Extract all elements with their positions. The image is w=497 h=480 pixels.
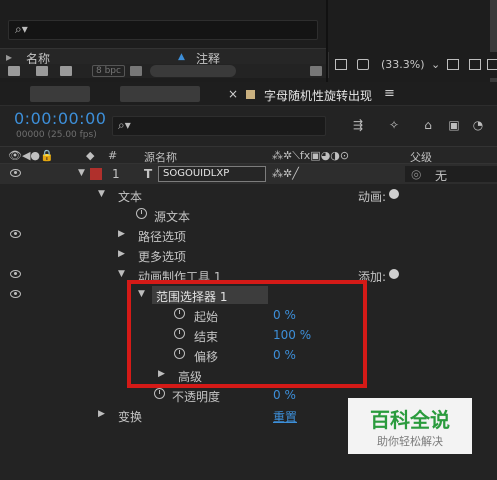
project-footer: 8 bpc bbox=[0, 64, 326, 78]
prop-text-row[interactable]: ▼ 文本 动画: bbox=[0, 185, 497, 205]
col-source-name[interactable]: 源名称 bbox=[144, 149, 177, 165]
tag-icon: ▸ bbox=[6, 50, 13, 64]
comp-tab-label[interactable]: 字母随机性旋转出现 bbox=[264, 87, 372, 104]
expand-triangle-icon[interactable]: ▼ bbox=[78, 168, 85, 178]
reset-link[interactable]: 重置 bbox=[273, 408, 297, 425]
scrollbar[interactable] bbox=[150, 65, 236, 77]
stopwatch-icon[interactable] bbox=[154, 388, 165, 399]
project-column-header: ▸ 名称 ▲ 注释 bbox=[0, 48, 326, 66]
blurred-tab bbox=[120, 86, 200, 102]
visibility-eye-icon[interactable] bbox=[10, 270, 21, 278]
prop-text: 文本 bbox=[118, 190, 143, 204]
prop-opacity-value[interactable]: 0 % bbox=[273, 388, 296, 402]
expand-triangle-icon[interactable]: ▼ bbox=[98, 189, 105, 199]
layer-switches[interactable]: ⁂✲╱ bbox=[272, 167, 299, 180]
highlight-box bbox=[127, 280, 367, 388]
layer-label-color[interactable] bbox=[90, 168, 102, 180]
prop-source-text: 源文本 bbox=[154, 210, 191, 224]
fit-icon[interactable] bbox=[469, 59, 481, 70]
comp-color-swatch bbox=[246, 90, 255, 99]
menu-icon[interactable]: ≡ bbox=[384, 86, 395, 101]
layer-switches-icon: ⁂✲⟍fx▣◕◑⊙ bbox=[272, 149, 350, 162]
expand-triangle-icon[interactable]: ▼ bbox=[118, 269, 125, 279]
search-icon: ⌕▾ bbox=[118, 118, 131, 132]
stopwatch-icon[interactable] bbox=[136, 208, 147, 219]
layer-name[interactable]: SOGOUIDLXP bbox=[158, 166, 266, 182]
prop-more-options-row[interactable]: ▶ 更多选项 bbox=[0, 245, 497, 265]
prop-path-options: 路径选项 bbox=[138, 230, 187, 244]
label-icon[interactable]: ◆ bbox=[86, 149, 94, 162]
delete-icon[interactable] bbox=[310, 66, 322, 76]
layer-index: 1 bbox=[112, 167, 120, 181]
new-folder-icon[interactable] bbox=[36, 66, 48, 76]
shy-icon[interactable]: ⌂ bbox=[420, 118, 436, 132]
timeline-column-header: 👁◀●🔒 ◆ # 源名称 ⁂✲⟍fx▣◕◑⊙ 父级 bbox=[0, 146, 497, 164]
prop-source-text-row[interactable]: 源文本 bbox=[0, 205, 497, 225]
prop-opacity: 不透明度 bbox=[172, 390, 221, 404]
prop-path-options-row[interactable]: ▶ 路径选项 bbox=[0, 225, 497, 245]
add-menu-button[interactable] bbox=[389, 269, 399, 279]
pickwhip-icon[interactable]: ◎ bbox=[411, 167, 421, 181]
blurred-tab bbox=[30, 86, 90, 102]
animate-menu-button[interactable] bbox=[389, 189, 399, 199]
expand-triangle-icon[interactable]: ▶ bbox=[98, 409, 105, 419]
parent-dropdown[interactable]: ◎ 无 bbox=[405, 166, 497, 183]
prop-transform: 变换 bbox=[118, 410, 143, 424]
watermark-main: 百科全说 bbox=[370, 408, 450, 432]
grid-icon[interactable] bbox=[335, 59, 347, 70]
search-icon: ⌕▾ bbox=[15, 22, 28, 36]
prop-more-options: 更多选项 bbox=[138, 250, 187, 264]
viewer-controls: (33.3%) ⌄ bbox=[328, 52, 497, 78]
project-panel: ⌕▾ ▸ 名称 ▲ 注释 8 bpc (33.3%) ⌄ bbox=[0, 0, 497, 82]
new-comp-icon[interactable] bbox=[60, 66, 72, 76]
parent-value: 无 bbox=[435, 169, 448, 183]
transparency-icon[interactable] bbox=[487, 59, 497, 70]
region-icon[interactable] bbox=[447, 59, 459, 70]
watermark: 百科全说 助你轻松解决 bbox=[348, 398, 472, 454]
watermark-sub: 助你轻松解决 bbox=[377, 435, 443, 448]
expand-triangle-icon[interactable]: ▶ bbox=[118, 249, 125, 259]
timeline-search-input[interactable]: ⌕▾ bbox=[112, 116, 326, 136]
chevron-down-icon[interactable]: ⌄ bbox=[431, 58, 440, 71]
project-search-input[interactable]: ⌕▾ bbox=[8, 20, 318, 40]
frame-blend-icon[interactable]: ▣ bbox=[446, 118, 462, 132]
col-parent[interactable]: 父级 bbox=[410, 149, 432, 165]
draft-3d-icon[interactable]: ✧ bbox=[386, 118, 402, 132]
bpc-button[interactable]: 8 bpc bbox=[92, 65, 125, 77]
expand-triangle-icon[interactable]: ▶ bbox=[118, 229, 125, 239]
timeline-tab-bar: × 字母随机性旋转出现 ≡ bbox=[0, 82, 497, 106]
close-icon[interactable]: × bbox=[228, 87, 238, 101]
visibility-eye-icon[interactable] bbox=[10, 230, 21, 238]
frame-rate: 00000 (25.00 fps) bbox=[16, 130, 97, 140]
layer-row[interactable]: ▼ 1 T SOGOUIDLXP ⁂✲╱ ◎ 无 bbox=[0, 164, 497, 184]
comp-flow-icon[interactable]: ⇶ bbox=[350, 118, 366, 132]
text-layer-icon: T bbox=[144, 167, 153, 181]
sort-arrow-icon[interactable]: ▲ bbox=[178, 52, 185, 62]
trash-icon[interactable] bbox=[130, 66, 142, 76]
motion-blur-icon[interactable]: ◔ bbox=[470, 118, 486, 132]
av-switches-icon[interactable]: 👁◀●🔒 bbox=[8, 149, 54, 162]
timecode[interactable]: 0:00:00:00 bbox=[14, 109, 106, 128]
monitor-icon[interactable] bbox=[357, 59, 369, 70]
visibility-eye-icon[interactable] bbox=[10, 290, 21, 298]
interpret-footage-icon[interactable] bbox=[8, 66, 20, 76]
animate-menu-label: 动画: bbox=[358, 190, 387, 204]
col-index: # bbox=[108, 149, 118, 162]
zoom-level[interactable]: (33.3%) bbox=[381, 58, 425, 71]
visibility-eye-icon[interactable] bbox=[10, 169, 21, 177]
